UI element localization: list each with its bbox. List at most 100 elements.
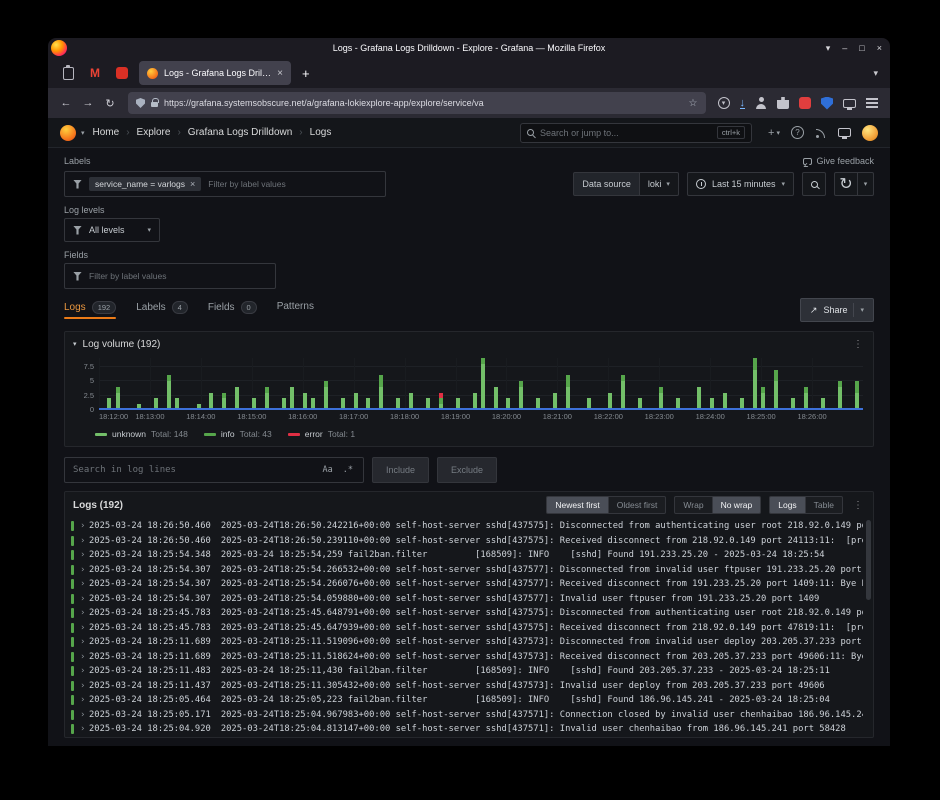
label-filter-box[interactable]: service_name = varlogs × xyxy=(64,171,386,197)
datasource-select[interactable]: loki ▾ xyxy=(640,172,679,196)
view-logs-button[interactable]: Logs xyxy=(769,496,805,514)
help-icon[interactable]: ? xyxy=(791,126,804,139)
red-app-icon[interactable] xyxy=(112,63,132,83)
expand-row-icon[interactable]: › xyxy=(80,565,89,575)
view-table-button[interactable]: Table xyxy=(806,496,843,514)
menu-icon[interactable] xyxy=(866,98,878,108)
url-text[interactable]: https://grafana.systemsobscure.net/a/gra… xyxy=(164,98,683,108)
pocket-icon[interactable]: ▾ xyxy=(718,97,730,109)
reload-button[interactable]: ↻ xyxy=(100,97,120,110)
expand-row-icon[interactable]: › xyxy=(80,623,89,633)
log-row[interactable]: ›2025-03-24 18:25:04.9202025-03-24T18:25… xyxy=(71,722,863,737)
search-input[interactable] xyxy=(540,128,711,138)
panel-menu-icon[interactable]: ⋮ xyxy=(851,339,865,350)
minimize-button[interactable]: – xyxy=(842,43,847,53)
tab-logs[interactable]: Logs192 xyxy=(64,301,116,319)
legend-item[interactable]: errorTotal: 1 xyxy=(288,429,355,439)
remove-chip-icon[interactable]: × xyxy=(190,179,195,189)
new-item-button[interactable]: +▾ xyxy=(768,127,780,139)
forward-button[interactable]: → xyxy=(78,97,98,109)
log-line-search-box[interactable]: Aa .* xyxy=(64,457,364,483)
expand-row-icon[interactable]: › xyxy=(80,637,89,647)
zoom-out-button[interactable] xyxy=(802,172,826,196)
match-case-button[interactable]: Aa xyxy=(321,464,335,476)
tracking-protection-icon[interactable] xyxy=(136,98,145,108)
tab-labels[interactable]: Labels4 xyxy=(136,301,188,319)
wrap-no-wrap-button[interactable]: No wrap xyxy=(713,496,762,514)
refresh-interval-button[interactable]: ▾ xyxy=(858,172,874,196)
lock-icon[interactable] xyxy=(151,102,158,107)
breadcrumb-item[interactable]: Explore xyxy=(137,127,171,138)
expand-row-icon[interactable]: › xyxy=(80,695,89,705)
global-search[interactable]: ctrl+k xyxy=(520,123,752,143)
exclude-button[interactable]: Exclude xyxy=(437,457,497,483)
label-filter-input[interactable] xyxy=(208,179,377,189)
log-levels-select[interactable]: All levels ▾ xyxy=(64,218,160,242)
expand-row-icon[interactable]: › xyxy=(80,536,89,546)
refresh-button[interactable]: ↻ xyxy=(834,172,858,196)
log-row[interactable]: ›2025-03-24 18:25:05.4642025-03-24 18:25… xyxy=(71,693,863,708)
label-filter-chip[interactable]: service_name = varlogs × xyxy=(89,177,201,191)
log-row[interactable]: ›2025-03-24 18:25:54.3482025-03-24 18:25… xyxy=(71,548,863,563)
log-row[interactable]: ›2025-03-24 18:25:11.6892025-03-24T18:25… xyxy=(71,650,863,665)
expand-row-icon[interactable]: › xyxy=(80,652,89,662)
expand-row-icon[interactable]: › xyxy=(80,666,89,676)
log-row[interactable]: ›2025-03-24 18:26:50.4602025-03-24T18:26… xyxy=(71,519,863,534)
expand-row-icon[interactable]: › xyxy=(80,608,89,618)
log-row[interactable]: ›2025-03-24 18:25:11.6892025-03-24T18:25… xyxy=(71,635,863,650)
account-icon[interactable] xyxy=(755,97,767,109)
log-row[interactable]: ›2025-03-24 18:25:05.1712025-03-24T18:25… xyxy=(71,708,863,723)
tab-patterns[interactable]: Patterns xyxy=(277,301,314,317)
regex-button[interactable]: .* xyxy=(341,464,355,476)
expand-row-icon[interactable]: › xyxy=(80,521,89,531)
expand-row-icon[interactable]: › xyxy=(80,710,89,720)
share-button[interactable]: ↗ Share ▾ xyxy=(800,298,874,322)
sort-newest-first-button[interactable]: Newest first xyxy=(546,496,608,514)
grafana-logo-icon[interactable] xyxy=(60,125,76,141)
kiosk-mode-icon[interactable] xyxy=(838,128,851,137)
wrap-wrap-button[interactable]: Wrap xyxy=(674,496,712,514)
log-row[interactable]: ›2025-03-24 18:25:11.4832025-03-24 18:25… xyxy=(71,664,863,679)
legend-item[interactable]: unknownTotal: 148 xyxy=(95,429,188,439)
time-range-picker[interactable]: Last 15 minutes ▾ xyxy=(687,172,794,196)
log-row[interactable]: ›2025-03-24 18:26:50.4602025-03-24T18:26… xyxy=(71,534,863,549)
display-extension-icon[interactable] xyxy=(843,99,856,108)
maximize-button[interactable]: □ xyxy=(859,43,864,53)
url-bar[interactable]: https://grafana.systemsobscure.net/a/gra… xyxy=(128,92,706,114)
log-row[interactable]: ›2025-03-24 18:25:45.7832025-03-24T18:25… xyxy=(71,606,863,621)
log-line-search-input[interactable] xyxy=(73,465,315,475)
sort-oldest-first-button[interactable]: Oldest first xyxy=(609,496,667,514)
breadcrumb-item[interactable]: Grafana Logs Drilldown xyxy=(188,127,293,138)
log-row[interactable]: ›2025-03-24 18:25:54.3072025-03-24T18:25… xyxy=(71,563,863,578)
expand-row-icon[interactable]: › xyxy=(80,579,89,589)
collapse-panel-icon[interactable]: ▾ xyxy=(73,340,77,348)
org-switcher-icon[interactable]: ▾ xyxy=(81,129,85,137)
download-icon[interactable]: ↓ xyxy=(740,98,746,109)
fields-filter-input[interactable] xyxy=(89,271,267,281)
give-feedback-link[interactable]: Give feedback xyxy=(803,156,874,166)
extensions-icon[interactable] xyxy=(777,97,789,109)
bookmark-star-icon[interactable]: ☆ xyxy=(689,98,698,109)
tab-fields[interactable]: Fields0 xyxy=(208,301,257,319)
tab-close-icon[interactable]: × xyxy=(277,68,283,79)
datasource-picker[interactable]: Data source loki ▾ xyxy=(573,172,679,196)
expand-row-icon[interactable]: › xyxy=(80,724,89,734)
list-all-tabs-icon[interactable]: ▾ xyxy=(873,68,880,79)
scrollbar-thumb[interactable] xyxy=(866,520,871,600)
expand-row-icon[interactable]: › xyxy=(80,681,89,691)
expand-row-icon[interactable]: › xyxy=(80,594,89,604)
close-button[interactable]: × xyxy=(877,43,882,53)
breadcrumb-item[interactable]: Home xyxy=(93,127,120,138)
back-button[interactable]: ← xyxy=(56,97,76,109)
window-menu-icon[interactable]: ▾ xyxy=(826,43,831,54)
breadcrumb-item[interactable]: Logs xyxy=(310,127,332,138)
avatar[interactable] xyxy=(862,125,878,141)
fields-filter-box[interactable] xyxy=(64,263,276,289)
panel-menu-icon[interactable]: ⋮ xyxy=(851,500,865,511)
news-icon[interactable] xyxy=(815,127,827,139)
scrollbar[interactable] xyxy=(866,520,871,733)
browser-tab[interactable]: Logs - Grafana Logs Drilldow × xyxy=(139,61,291,85)
shield-extension-icon[interactable] xyxy=(821,97,833,110)
clipboard-app-icon[interactable] xyxy=(58,63,78,83)
gmail-icon[interactable]: M xyxy=(85,63,105,83)
